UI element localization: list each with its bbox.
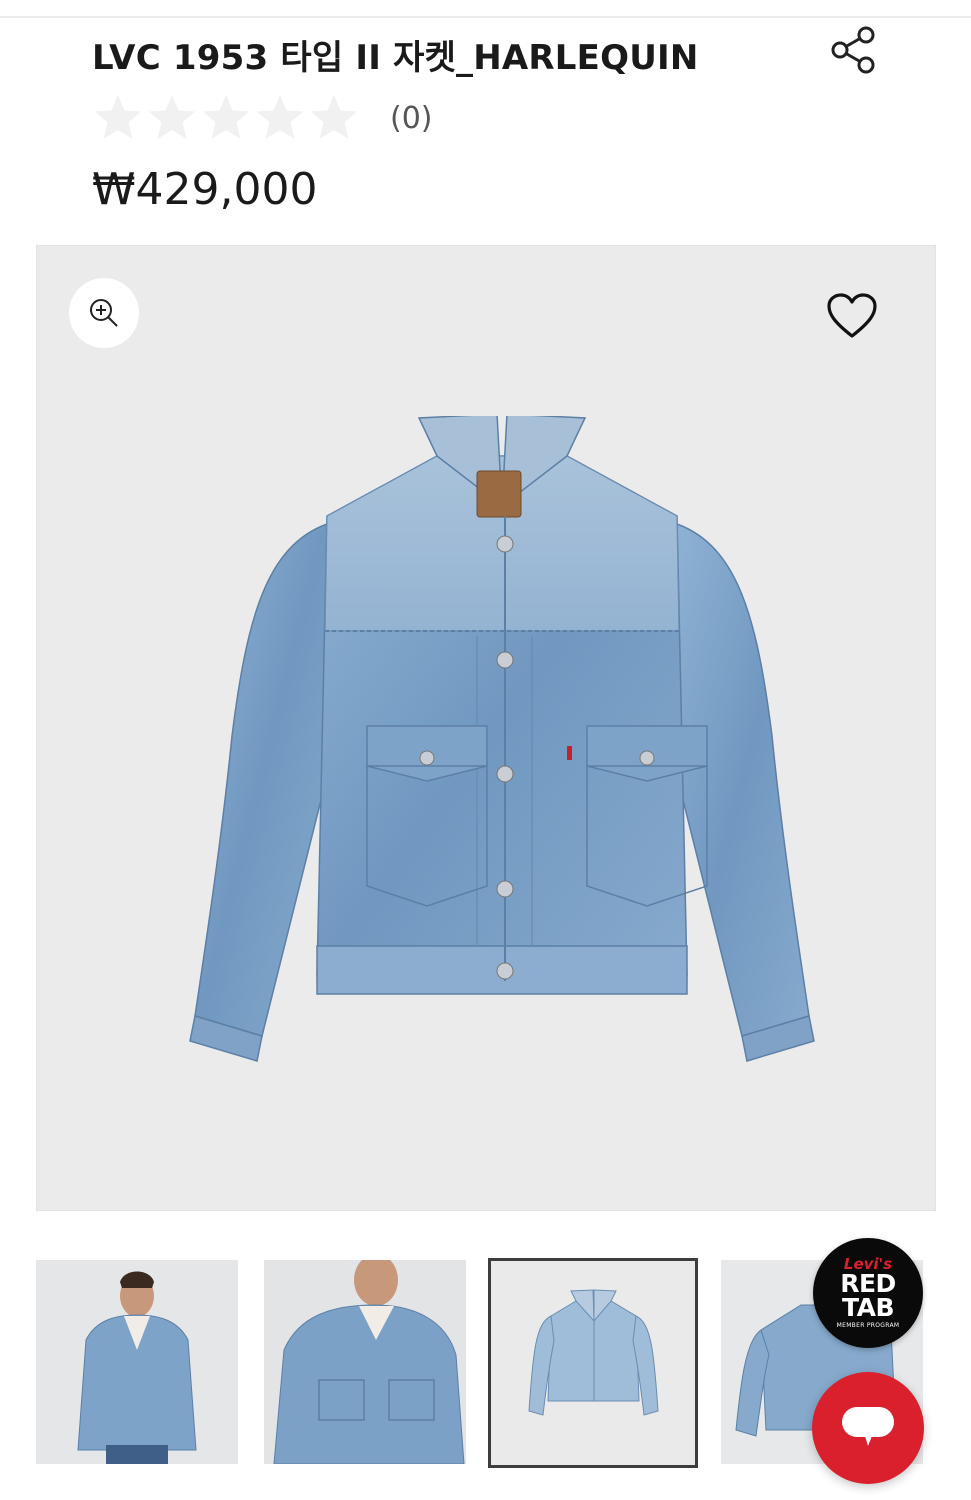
red-tab-member-badge[interactable]: Levi's RED TAB MEMBER PROGRAM [813,1238,923,1348]
star-rating [92,92,360,144]
star-icon [311,95,357,139]
zoom-button[interactable] [69,278,139,348]
star-icon [149,95,195,139]
chat-button[interactable] [812,1372,924,1484]
red-tab-subtitle: MEMBER PROGRAM [836,1322,900,1330]
jacket-flat-image [491,1261,695,1465]
jacket-image [189,416,815,1062]
review-count[interactable]: (0) [390,101,433,136]
model-front-image [36,1260,238,1464]
product-price: ₩429,000 [92,164,318,215]
red-tab-word-red: RED [840,1268,896,1298]
wishlist-button[interactable] [822,286,882,346]
thumbnail-jacket-flat-selected[interactable] [488,1258,698,1468]
model-closeup-image [264,1260,466,1464]
top-divider [0,16,971,18]
main-product-image[interactable] [36,245,936,1211]
share-button[interactable] [826,22,880,78]
thumbnail-model-closeup[interactable] [264,1260,466,1464]
star-icon [203,95,249,139]
product-title: LVC 1953 타입 II 자켓_HARLEQUIN [92,38,699,78]
heart-icon [827,293,877,338]
zoom-in-icon [90,299,118,327]
chat-icon [842,1407,894,1446]
star-icon [95,95,141,139]
star-icon [257,95,303,139]
thumbnail-model-front[interactable] [36,1260,238,1464]
red-tab-word-tab: TAB [841,1292,895,1322]
share-icon [831,26,875,74]
rating-row[interactable]: (0) [92,92,433,144]
